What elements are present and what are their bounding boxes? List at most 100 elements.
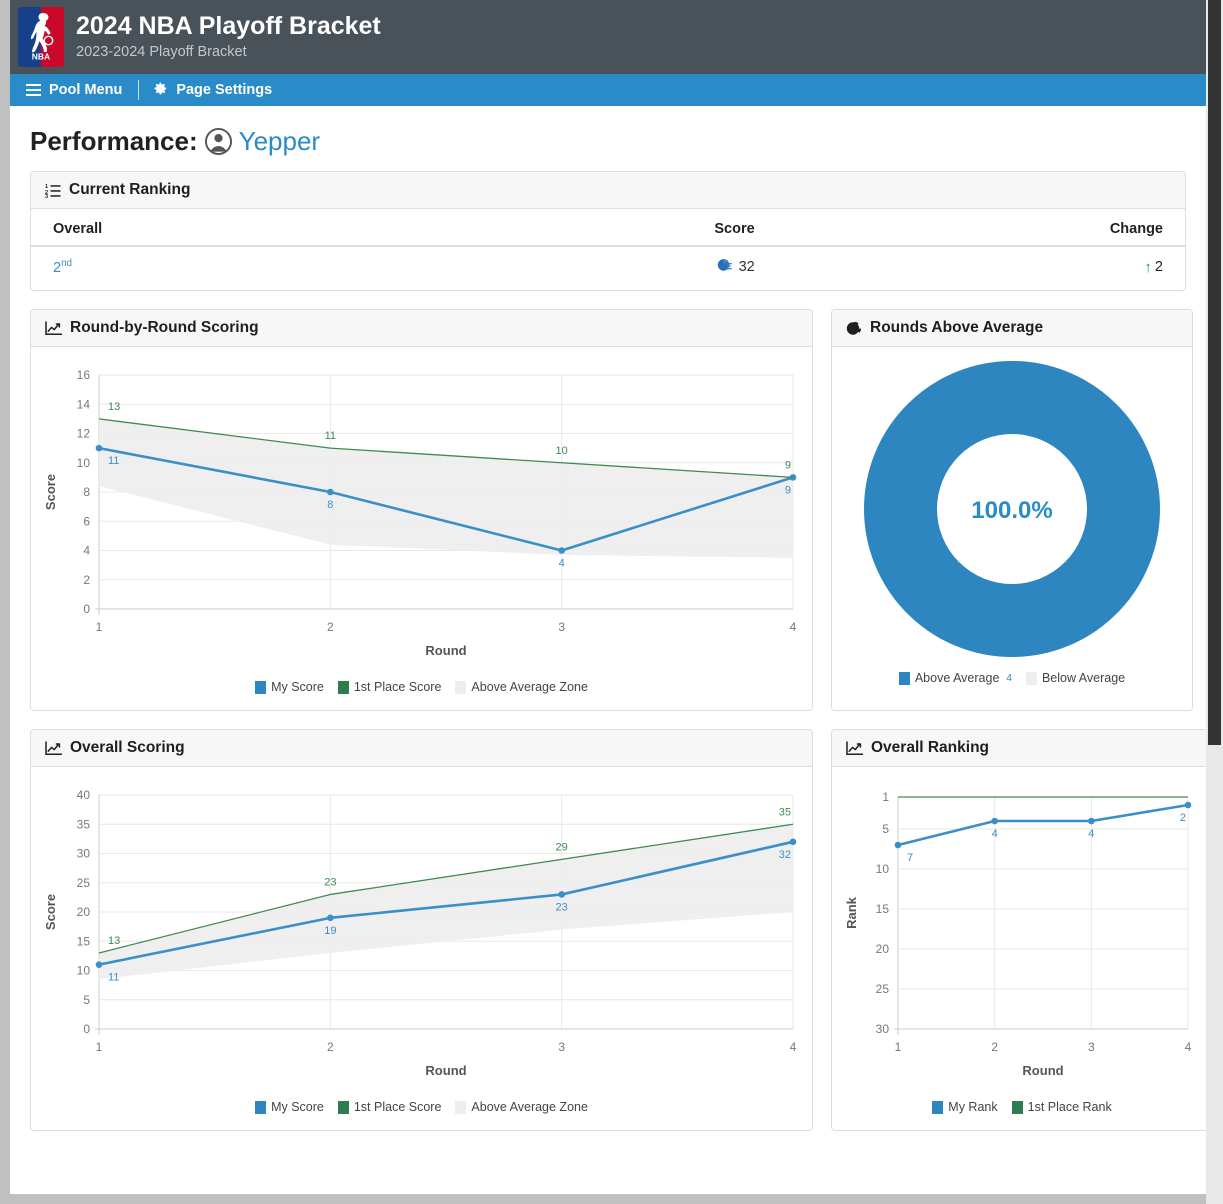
score-value: 32 (738, 259, 755, 275)
svg-text:1: 1 (96, 620, 103, 634)
current-ranking-card: 1 2 3 Current Ranking Overall Score Chan… (30, 171, 1186, 291)
svg-text:13: 13 (108, 401, 120, 413)
legend-below-average[interactable]: Below Average (1025, 671, 1125, 685)
legend-my-rank[interactable]: My Rank (932, 1100, 998, 1114)
svg-text:32: 32 (779, 849, 791, 861)
list-ordered-icon: 1 2 3 (45, 183, 61, 198)
legend-first-place-score[interactable]: 1st Place Score (337, 1100, 442, 1114)
svg-text:2: 2 (83, 573, 90, 587)
legend-above-average[interactable]: Above Average 4 (898, 671, 1012, 685)
svg-text:10: 10 (556, 445, 568, 457)
donut-body: 100.0% (832, 347, 1192, 665)
legend-label: 1st Place Score (353, 680, 442, 694)
round-by-round-header: Round-by-Round Scoring (31, 310, 812, 347)
col-overall: Overall (31, 209, 423, 247)
current-ranking-header: 1 2 3 Current Ranking (31, 172, 1185, 209)
legend-first-place-score[interactable]: 1st Place Score (337, 680, 442, 694)
charts-row-2: Overall Scoring 0 5 10 15 20 25 30 35 40 1 2 3 4 Roun… (30, 729, 1206, 1149)
legend-swatch-green (337, 680, 349, 694)
svg-text:7: 7 (907, 852, 913, 864)
vertical-scrollbar[interactable] (1206, 0, 1223, 1204)
svg-text:Rank: Rank (844, 896, 859, 929)
svg-text:10: 10 (77, 964, 91, 978)
svg-text:9: 9 (785, 459, 791, 471)
round-by-round-chart[interactable]: 02468101214161 2 3 4RoundScore118491311109 (41, 361, 801, 661)
rounds-above-average-chart[interactable]: 100.0% (832, 361, 1192, 661)
line-chart-icon (45, 320, 62, 336)
svg-text:11: 11 (325, 430, 336, 442)
svg-text:2: 2 (327, 620, 334, 634)
legend-swatch-green (337, 1100, 349, 1114)
svg-text:3: 3 (558, 1040, 565, 1054)
table-row: 2nd 32 ↑ 2 (31, 246, 1185, 290)
line-chart-icon (45, 740, 62, 756)
main-navbar: Pool Menu Page Settings (10, 74, 1206, 106)
svg-text:Score: Score (43, 474, 58, 510)
scrollbar-thumb[interactable] (1208, 0, 1221, 745)
svg-text:29: 29 (556, 841, 568, 853)
app-title: 2024 NBA Playoff Bracket (76, 12, 381, 41)
svg-text:4: 4 (1088, 828, 1094, 840)
svg-text:1: 1 (895, 1040, 902, 1054)
svg-text:4: 4 (1185, 1040, 1192, 1054)
svg-text:19: 19 (324, 925, 336, 937)
overall-scoring-title: Overall Scoring (70, 739, 185, 756)
svg-text:2: 2 (1180, 812, 1186, 824)
legend-first-place-rank[interactable]: 1st Place Rank (1011, 1100, 1112, 1114)
svg-text:12: 12 (77, 427, 91, 441)
browser-viewport: NBA 2024 NBA Playoff Bracket 2023-2024 P… (0, 0, 1223, 1204)
legend-label: Above Average Zone (471, 1100, 588, 1114)
username-link[interactable]: Yepper (239, 126, 320, 157)
app-title-block: 2024 NBA Playoff Bracket 2023-2024 Playo… (76, 12, 381, 62)
legend-label: 1st Place Score (353, 1100, 442, 1114)
score-chart-icon (717, 258, 732, 276)
legend-swatch-gray (455, 1100, 467, 1114)
page-settings-button[interactable]: Page Settings (153, 81, 286, 100)
app-header: NBA 2024 NBA Playoff Bracket 2023-2024 P… (10, 0, 1206, 74)
svg-text:14: 14 (77, 397, 91, 411)
overall-ranking-title: Overall Ranking (871, 739, 990, 756)
legend-my-score[interactable]: My Score (255, 1100, 324, 1114)
page-root: NBA 2024 NBA Playoff Bracket 2023-2024 P… (10, 0, 1206, 1194)
legend-my-score[interactable]: My Score (255, 680, 324, 694)
svg-text:25: 25 (77, 876, 91, 890)
svg-text:4: 4 (83, 544, 90, 558)
overall-rank-value: 2 (53, 259, 62, 276)
svg-text:1: 1 (96, 1040, 103, 1054)
gear-icon (153, 81, 168, 100)
app-subtitle: 2023-2024 Playoff Bracket (76, 43, 247, 60)
svg-text:Round: Round (425, 643, 466, 658)
svg-text:NBA: NBA (32, 52, 50, 62)
svg-text:20: 20 (77, 905, 91, 919)
overall-ranking-chart[interactable]: 1510152025301 2 3 4RoundRank74 42 (842, 781, 1202, 1081)
arrow-up-icon: ↑ (1144, 258, 1152, 276)
svg-text:11: 11 (108, 455, 119, 467)
legend-swatch-blue (932, 1100, 944, 1114)
legend-above-average-zone[interactable]: Above Average Zone (455, 1100, 588, 1114)
legend-above-average-zone[interactable]: Above Average Zone (455, 680, 588, 694)
svg-text:0: 0 (83, 1022, 90, 1036)
overall-ranking-body: 1 5 10 15 20 25 30 1 2 3 4 Round Rank 7 4 4 2 (832, 767, 1206, 1094)
nav-divider (138, 80, 140, 100)
svg-text:35: 35 (77, 817, 91, 831)
overall-scoring-card: Overall Scoring 0 5 10 15 20 25 30 35 40 1 2 3 4 Roun… (30, 729, 813, 1131)
legend-label: 1st Place Rank (1027, 1100, 1112, 1114)
overall-scoring-chart[interactable]: 05101520253035401 2 3 4RoundScore1119233213… (41, 781, 801, 1081)
svg-text:20: 20 (876, 942, 890, 956)
svg-text:16: 16 (77, 368, 91, 382)
svg-text:10: 10 (876, 862, 890, 876)
overall-rank-link[interactable]: 2nd (53, 258, 72, 276)
svg-text:23: 23 (324, 876, 336, 888)
overall-scoring-header: Overall Scoring (31, 730, 812, 767)
pool-menu-button[interactable]: Pool Menu (26, 82, 136, 98)
svg-text:3: 3 (1088, 1040, 1095, 1054)
svg-text:35: 35 (779, 806, 791, 818)
svg-text:15: 15 (876, 902, 890, 916)
pie-chart-icon (846, 321, 862, 336)
rounds-above-average-title: Rounds Above Average (870, 319, 1044, 336)
hamburger-icon (26, 84, 41, 96)
svg-text:10: 10 (77, 456, 91, 470)
svg-text:100.0%: 100.0% (971, 497, 1052, 524)
svg-text:2: 2 (991, 1040, 998, 1054)
legend-label: My Score (271, 680, 324, 694)
